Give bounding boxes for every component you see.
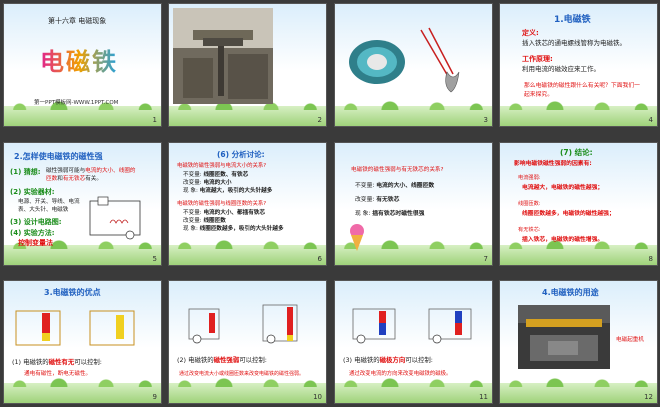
- item-materials-text: 电源、开关、导线、电流表、大头针、电磁铁: [18, 199, 80, 213]
- slide-title: (7) 结论:: [560, 148, 593, 157]
- slide-thumbnail-3[interactable]: 3: [335, 4, 492, 126]
- slide-number: 6: [317, 255, 322, 263]
- conclusion-heading: 影响电磁铁磁性强弱的因素有:: [514, 161, 592, 167]
- slide-number: 1: [152, 116, 157, 124]
- side-caption: 电磁起重机: [616, 337, 644, 343]
- factor-turns-label: 线圈匝数:: [518, 201, 541, 207]
- question-core: 电磁铁的磁性强弱与有无铁芯的关系?: [351, 167, 444, 173]
- principle-label: 工作原理:: [522, 55, 553, 63]
- footer-text: 第一PPT模板网-WWW.1PPT.COM: [34, 100, 119, 106]
- demo-diagrams: [352, 308, 472, 344]
- slide-thumbnail-10[interactable]: (2) 电磁铁的磁性强弱可以控制: 通过改变电流大小或线圈匝数来改变电磁铁的磁性…: [169, 281, 326, 403]
- demo-diagrams: [15, 310, 135, 346]
- item-guess-label: (1) 猜想:: [10, 168, 41, 176]
- slide-number: 11: [479, 393, 488, 401]
- slide-number: 7: [483, 255, 488, 263]
- caption: (2) 电磁铁的磁性强弱可以控制:: [177, 356, 267, 364]
- slide-thumbnail-2[interactable]: 2: [169, 4, 326, 126]
- slide-number: 5: [152, 255, 157, 263]
- item-guess-text: 磁性强弱可能与电流的大小、线圈的 匝数和有无铁芯有关。: [46, 168, 136, 182]
- slide-thumbnail-9[interactable]: 3.电磁铁的优点 (1) 电磁铁的磁性有无可以控制: 通电有磁性，断电无磁性。 …: [4, 281, 161, 403]
- crane-image: [173, 8, 273, 104]
- slide-thumbnail-1[interactable]: 第十六章 电磁现象 电磁铁 第一PPT模板网-WWW.1PPT.COM 1: [4, 4, 161, 126]
- slide-thumbnail-7[interactable]: 电磁铁的磁性强弱与有无铁芯的关系? 不变量: 电流的大小、线圈匝数 改变量: 有…: [335, 143, 492, 265]
- slide-number: 3: [483, 116, 488, 124]
- slide-thumbnail-11[interactable]: (3) 电磁铁的磁极方向可以控制: 通过改变电流的方向来改变电磁铁的磁极。 11: [335, 281, 492, 403]
- slide-number: 8: [648, 255, 653, 263]
- slide-title: 1.电磁铁: [554, 15, 591, 25]
- item-materials-label: (2) 实验器材:: [10, 188, 55, 196]
- slide-thumbnail-5[interactable]: 2.怎样使电磁铁的磁性强 (1) 猜想: 磁性强弱可能与电流的大小、线圈的 匝数…: [4, 143, 161, 265]
- caption: (1) 电磁铁的磁性有无可以控制:: [12, 358, 102, 366]
- core-analysis: 不变量: 电流的大小、线圈匝数 改变量: 有无铁芯 现 象: 插有铁芯时磁性很强: [355, 183, 435, 217]
- slide-number: 10: [313, 393, 322, 401]
- factor-core-label: 有无铁芯:: [518, 227, 541, 233]
- row-constant-2: 不变量: 电流的大小、都插有铁芯 改变量: 线圈匝数 现 象: 线圈匝数越多，吸…: [183, 210, 284, 232]
- definition-text: 插入铁芯的通电螺线管称为电磁铁。: [522, 39, 626, 47]
- icecream-icon: [350, 224, 364, 251]
- slide-title: 3.电磁铁的优点: [44, 288, 101, 297]
- slide-number: 12: [644, 393, 653, 401]
- slide-title: 电磁铁: [40, 42, 118, 77]
- slide-thumbnail-12[interactable]: 4.电磁铁的用途 电磁起重机 12: [500, 281, 657, 403]
- crane-photo: [173, 8, 273, 104]
- slide-title: (6) 分析讨论:: [217, 150, 265, 159]
- factor-current-label: 电流强弱:: [518, 175, 541, 181]
- row-constant-1: 不变量: 线圈匝数、有铁芯 改变量: 电流的大小 现 象: 电流越大，吸引的大头…: [183, 172, 273, 194]
- factor-turns: 线圈匝数越多，电磁铁的磁性越强；: [522, 211, 615, 217]
- principle-text: 利用电流的磁效应来工作。: [522, 65, 600, 73]
- slide-thumbnail-4[interactable]: 1.电磁铁 定义: 插入铁芯的通电螺线管称为电磁铁。 工作原理: 利用电流的磁效…: [500, 4, 657, 126]
- caption-sub: 通过改变电流的方向来改变电磁铁的磁极。: [349, 371, 452, 377]
- slide-title: 2.怎样使电磁铁的磁性强: [14, 152, 103, 161]
- slide-thumbnail-6[interactable]: (6) 分析讨论: 电磁铁的磁性强弱与电流大小的关系? 不变量: 线圈匝数、有铁…: [169, 143, 326, 265]
- question-current: 电磁铁的磁性强弱与电流大小的关系?: [177, 163, 267, 169]
- item-method-text: 控制变量法: [18, 239, 53, 247]
- slide-number: 4: [648, 116, 653, 124]
- slide-number: 9: [152, 393, 157, 401]
- factor-core: 插入铁芯，电磁铁的磁性增强。: [522, 237, 604, 243]
- caption-sub: 通电有磁性，断电无磁性。: [24, 371, 92, 377]
- crane-photo: [518, 305, 610, 369]
- item-circuit-label: (3) 设计电路图:: [10, 218, 62, 226]
- slide-thumbnail-8[interactable]: (7) 结论: 影响电磁铁磁性强弱的因素有: 电流强弱: 电流越大，电磁铁的磁性…: [500, 143, 657, 265]
- definition-label: 定义:: [522, 29, 539, 37]
- item-method-label: (4) 实验方法:: [10, 229, 55, 237]
- slide-title: 4.电磁铁的用途: [542, 288, 599, 297]
- caption: (3) 电磁铁的磁极方向可以控制:: [343, 356, 433, 364]
- question-turns: 电磁铁的磁性强弱与线圈匝数的关系?: [177, 201, 267, 207]
- factor-current: 电流越大，电磁铁的磁性越强；: [522, 185, 604, 191]
- demo-diagrams: [188, 304, 298, 344]
- electromagnet-image: [349, 27, 460, 93]
- circuit-diagram: [89, 196, 141, 240]
- question-text: 那么电磁铁的磁性跟什么有关呢？下面我们一起来探究。: [524, 83, 640, 98]
- slide-number: 2: [317, 116, 322, 124]
- chapter-label: 第十六章 电磁现象: [48, 17, 107, 25]
- caption-sub: 通过改变电流大小或线圈匝数来改变电磁铁的磁性强弱。: [179, 371, 305, 377]
